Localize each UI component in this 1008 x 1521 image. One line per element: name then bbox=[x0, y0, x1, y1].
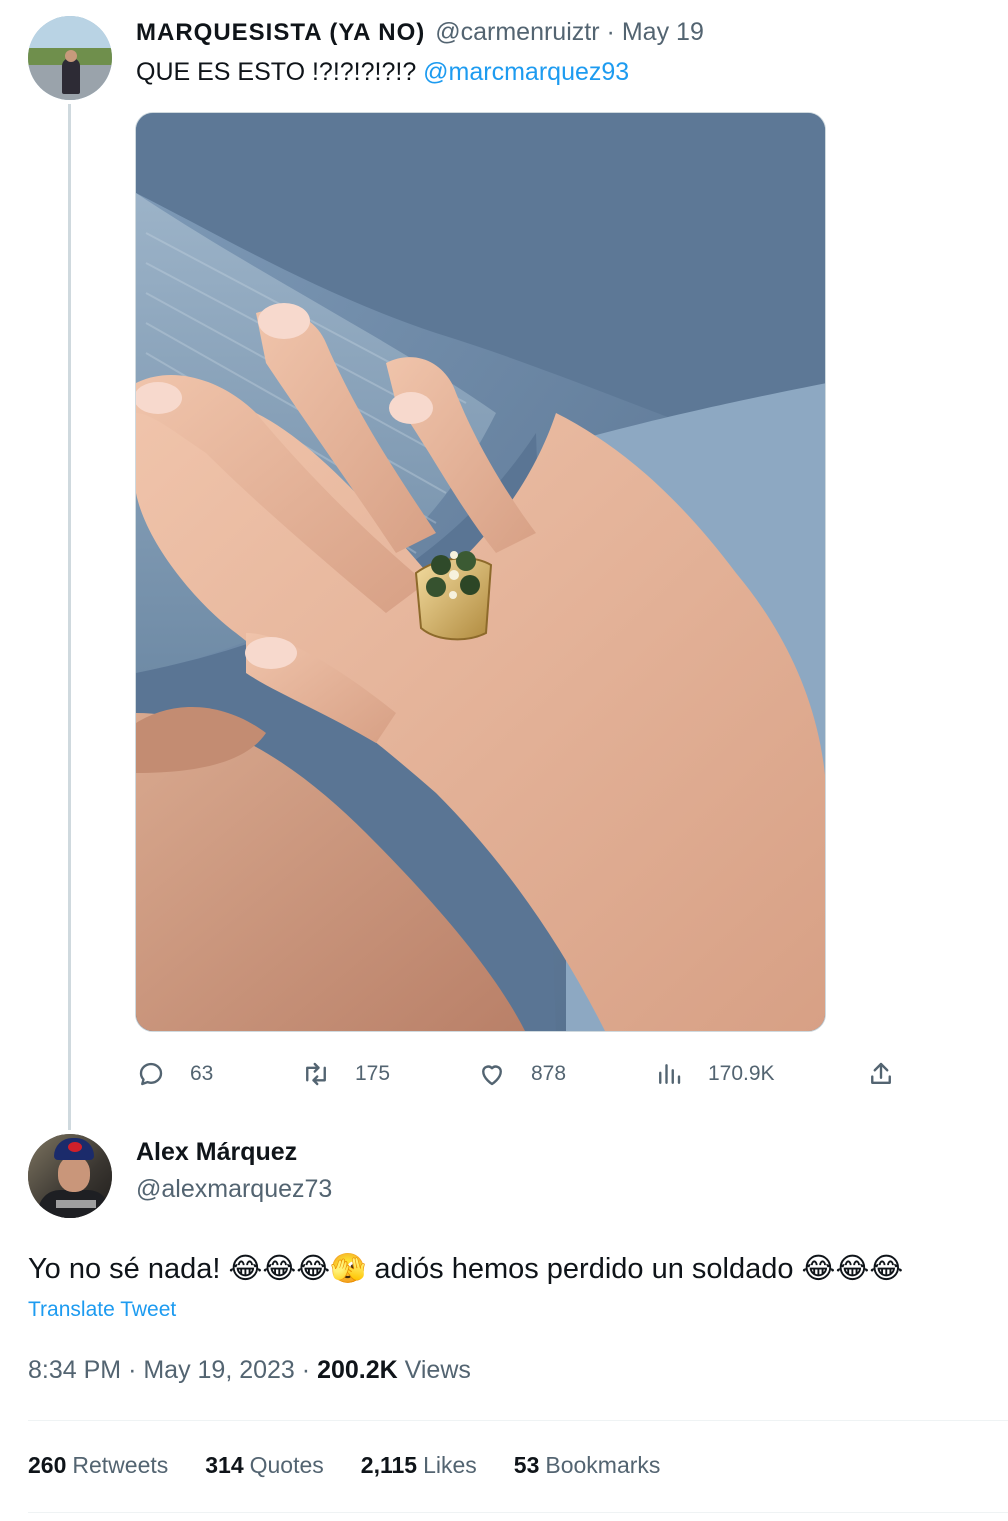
tweet1-mention-link[interactable]: @marcmarquez93 bbox=[423, 58, 629, 86]
retweets-label: Retweets bbox=[72, 1452, 169, 1478]
translate-tweet-link[interactable]: Translate Tweet bbox=[28, 1298, 176, 1322]
tweet2-display-name[interactable]: Alex Márquez bbox=[136, 1138, 297, 1167]
views-count: 170.9K bbox=[708, 1062, 775, 1085]
tweet1-text: QUE ES ESTO !?!?!?!?!? @marcmarquez93 bbox=[136, 58, 629, 87]
share-button[interactable] bbox=[866, 1052, 896, 1096]
like-count: 878 bbox=[531, 1062, 567, 1085]
like-icon bbox=[482, 1065, 502, 1086]
meta-separator: · bbox=[128, 1356, 137, 1384]
bookmarks-stat[interactable]: 53 Bookmarks bbox=[514, 1452, 661, 1479]
retweet-button[interactable]: 175 bbox=[301, 1052, 390, 1096]
tweet1-action-bar: 63 175 878 170.9K bbox=[136, 1052, 896, 1096]
retweet-icon bbox=[306, 1062, 326, 1086]
retweet-count: 175 bbox=[355, 1062, 391, 1085]
quotes-count: 314 bbox=[205, 1452, 244, 1478]
tweet2-views-count: 200.2K bbox=[317, 1356, 398, 1384]
tweet2-time[interactable]: 8:34 PM bbox=[28, 1356, 121, 1384]
tweet1-header: MARQUESISTA (YA NO) @carmenruiztr · May … bbox=[136, 18, 704, 50]
share-icon bbox=[871, 1062, 891, 1084]
thread-connector-line bbox=[68, 104, 71, 1130]
meta-separator: · bbox=[301, 1356, 311, 1384]
tweet1-display-name[interactable]: MARQUESISTA (YA NO) bbox=[136, 19, 425, 47]
divider bbox=[28, 1420, 1008, 1421]
tweet2-date[interactable]: May 19, 2023 bbox=[143, 1356, 295, 1384]
tweet2-timestamp-row: 8:34 PM · May 19, 2023 · 200.2K Views bbox=[28, 1356, 471, 1385]
reply-count: 63 bbox=[190, 1062, 214, 1085]
tweet2-handle[interactable]: @alexmarquez73 bbox=[136, 1175, 332, 1204]
tweet2-views-label: Views bbox=[404, 1356, 471, 1384]
bookmarks-count: 53 bbox=[513, 1452, 540, 1478]
likes-label: Likes bbox=[423, 1452, 477, 1478]
views-button[interactable]: 170.9K bbox=[654, 1052, 775, 1096]
avatar-alexmarquez73[interactable] bbox=[28, 1134, 112, 1218]
tweet2-stats-row: 260 Retweets 314 Quotes 2,115 Likes 53 Bookm… bbox=[28, 1452, 697, 1486]
tweet1-dot-separator: · bbox=[606, 18, 615, 46]
tweet1-photo[interactable] bbox=[135, 112, 826, 1032]
tweet1-date[interactable]: May 19 bbox=[622, 18, 704, 47]
reply-button[interactable]: 63 bbox=[136, 1052, 213, 1096]
tweet1-handle[interactable]: @carmenruiztr bbox=[435, 18, 599, 47]
views-icon bbox=[659, 1064, 681, 1084]
likes-stat[interactable]: 2,115 Likes bbox=[361, 1452, 477, 1479]
tweet2-text: Yo no sé nada! 😂😂😂🫣 adiós hemos perdido … bbox=[28, 1253, 904, 1285]
avatar-carmenruiztr[interactable] bbox=[28, 16, 112, 100]
bookmarks-label: Bookmarks bbox=[545, 1452, 661, 1478]
retweets-stat[interactable]: 260 Retweets bbox=[28, 1452, 168, 1479]
reply-icon bbox=[139, 1062, 163, 1086]
divider bbox=[28, 1512, 1008, 1513]
likes-count: 2,115 bbox=[360, 1452, 418, 1478]
like-button[interactable]: 878 bbox=[477, 1052, 566, 1096]
quotes-label: Quotes bbox=[249, 1452, 324, 1478]
ring-hands-photo bbox=[136, 113, 825, 1031]
quotes-stat[interactable]: 314 Quotes bbox=[205, 1452, 324, 1479]
tweet1-text-body: QUE ES ESTO !?!?!?!?!? bbox=[136, 58, 424, 86]
retweets-count: 260 bbox=[28, 1452, 67, 1478]
